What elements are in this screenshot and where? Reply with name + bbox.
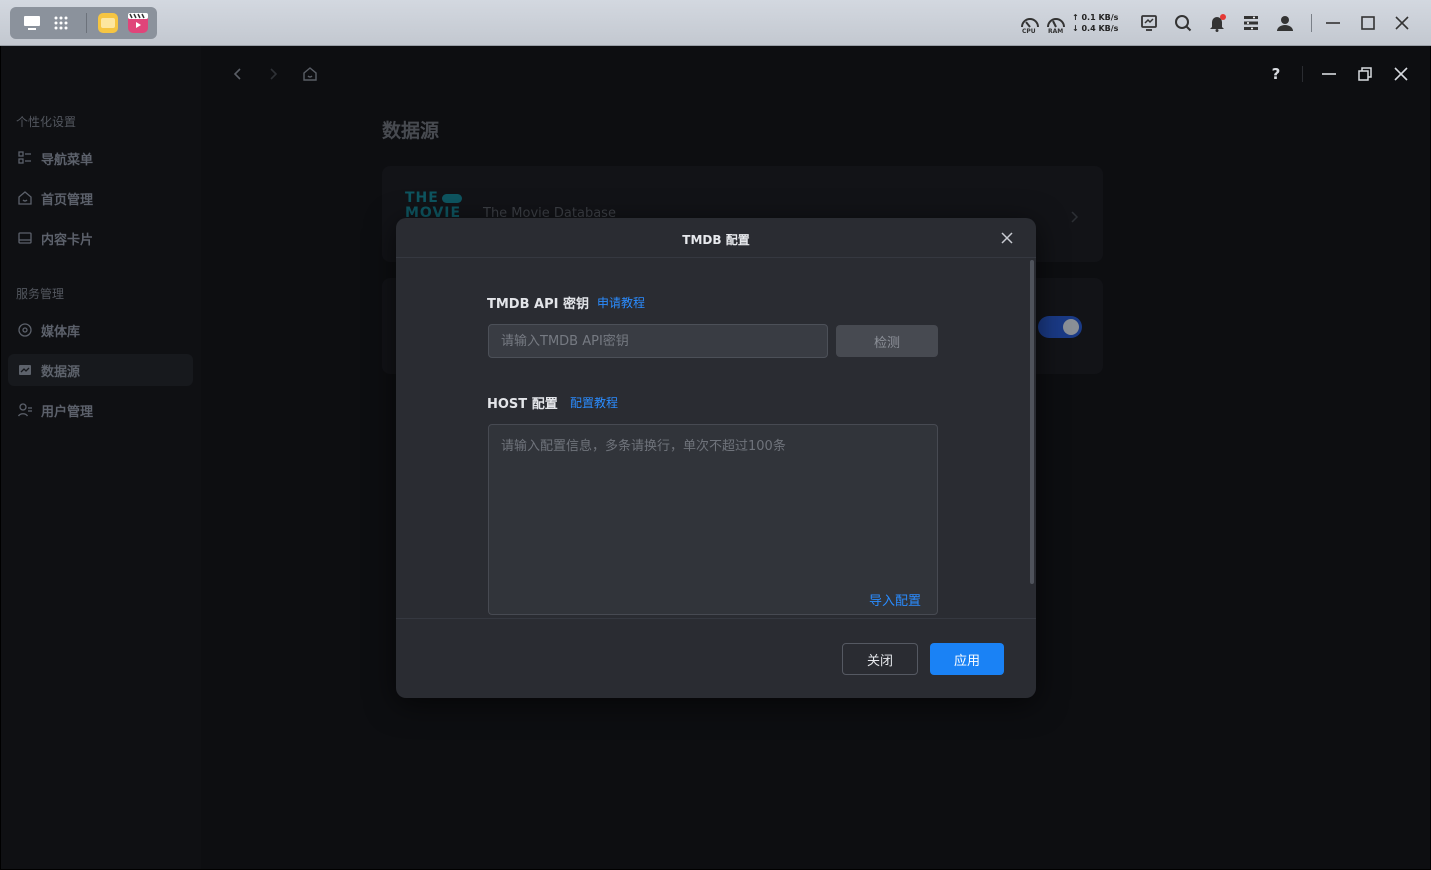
file-manager-icon[interactable] — [97, 12, 119, 34]
tmdb-logo-pill — [441, 193, 462, 203]
download-speed: ↓ 0.4 KB/s — [1072, 24, 1119, 33]
monitor-icon[interactable] — [1138, 12, 1160, 34]
taskbar-divider — [86, 13, 87, 33]
datasource-icon — [17, 362, 33, 378]
sidebar-section-title-personalization: 个性化设置 — [16, 115, 77, 129]
sidebar-item-label: 导航菜单 — [41, 152, 94, 168]
list-icon — [17, 150, 33, 166]
video-app-icon[interactable] — [127, 12, 149, 34]
tmdb-logo-line1: THE — [405, 190, 439, 206]
search-icon[interactable] — [1172, 12, 1194, 34]
notification-bell-icon[interactable] — [1206, 12, 1228, 34]
taskbar-app-group — [10, 7, 157, 39]
host-config-tutorial-link[interactable]: 配置教程 — [570, 394, 618, 411]
api-key-input[interactable] — [488, 324, 828, 358]
chevron-right-icon — [1071, 208, 1079, 227]
ram-label: RAM — [1048, 28, 1064, 35]
tmdb-logo: THE MOVIE — [405, 191, 462, 221]
users-icon — [17, 402, 33, 418]
dialog-header: TMDB 配置 — [396, 218, 1036, 258]
sidebar-item-label: 内容卡片 — [41, 232, 94, 248]
sidebar: 个性化设置 导航菜单 首页管理 内容卡片 服务管理 媒体库 数据源 用户管理 — [1, 46, 201, 869]
sidebar-item-nav-menu[interactable]: 导航菜单 — [8, 142, 193, 174]
os-minimize-icon[interactable] — [1322, 12, 1344, 34]
host-config-textarea[interactable] — [488, 424, 938, 615]
os-close-icon[interactable] — [1391, 12, 1413, 34]
cpu-label: CPU — [1022, 28, 1036, 35]
user-account-icon[interactable] — [1274, 12, 1296, 34]
sidebar-item-data-source[interactable]: 数据源 — [8, 354, 193, 386]
media-icon — [17, 322, 33, 338]
sidebar-item-media-library[interactable]: 媒体库 — [8, 314, 193, 346]
api-key-label: TMDB API 密钥 — [487, 297, 589, 312]
forward-icon[interactable] — [263, 64, 283, 84]
sidebar-item-user-management[interactable]: 用户管理 — [8, 394, 193, 426]
home-nav-icon[interactable] — [300, 64, 320, 84]
close-icon[interactable] — [997, 228, 1017, 248]
host-config-label: HOST 配置 — [487, 397, 558, 412]
close-button[interactable]: 关闭 — [842, 643, 918, 675]
control-panel-icon[interactable] — [1240, 12, 1262, 34]
detect-button[interactable]: 检测 — [836, 325, 938, 357]
network-speed: ↑ 0.1 KB/s ↓ 0.4 KB/s — [1072, 12, 1118, 34]
dialog-footer-divider — [396, 618, 1036, 619]
datasource-toggle[interactable] — [1038, 316, 1082, 338]
home-icon — [17, 190, 33, 206]
taskbar-separator — [1311, 14, 1312, 32]
page-title: 数据源 — [382, 120, 440, 142]
window-controls-divider — [1302, 66, 1303, 82]
app-grid-icon[interactable] — [50, 12, 72, 34]
import-config-link[interactable]: 导入配置 — [869, 590, 921, 609]
help-icon[interactable]: ? — [1266, 64, 1286, 84]
sidebar-item-content-cards[interactable]: 内容卡片 — [8, 222, 193, 254]
restore-icon[interactable] — [1355, 64, 1375, 84]
close-window-icon[interactable] — [1391, 64, 1411, 84]
sidebar-item-label: 数据源 — [41, 364, 81, 380]
sidebar-item-home-management[interactable]: 首页管理 — [8, 182, 193, 214]
os-maximize-icon[interactable] — [1357, 12, 1379, 34]
sidebar-section-title-services: 服务管理 — [16, 287, 65, 301]
upload-speed: ↑ 0.1 KB/s — [1072, 13, 1119, 22]
dialog-scrollbar[interactable] — [1030, 260, 1034, 584]
minimize-icon[interactable] — [1319, 64, 1339, 84]
os-taskbar: CPU RAM ↑ 0.1 KB/s ↓ 0.4 KB/s — [0, 0, 1431, 46]
dialog-title: TMDB 配置 — [682, 233, 750, 247]
toggle-knob — [1063, 319, 1079, 335]
tmdb-config-dialog: TMDB 配置 TMDB API 密钥 申请教程 检测 HOST 配置 配置教程… — [396, 218, 1036, 698]
desktop-icon[interactable] — [21, 12, 43, 34]
apply-button[interactable]: 应用 — [930, 643, 1004, 675]
sidebar-item-label: 首页管理 — [41, 192, 94, 208]
sidebar-item-label: 媒体库 — [41, 324, 81, 340]
sidebar-item-label: 用户管理 — [41, 404, 94, 420]
card-icon — [17, 230, 33, 246]
back-icon[interactable] — [228, 64, 248, 84]
api-key-tutorial-link[interactable]: 申请教程 — [597, 294, 645, 311]
